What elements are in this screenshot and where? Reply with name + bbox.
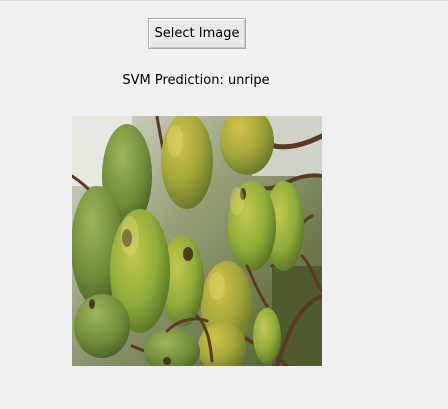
select-image-button[interactable]: Select Image [148,18,246,49]
prediction-label: SVM Prediction: unripe [122,73,270,88]
mango-image [72,116,322,366]
window-top-border [0,0,448,1]
